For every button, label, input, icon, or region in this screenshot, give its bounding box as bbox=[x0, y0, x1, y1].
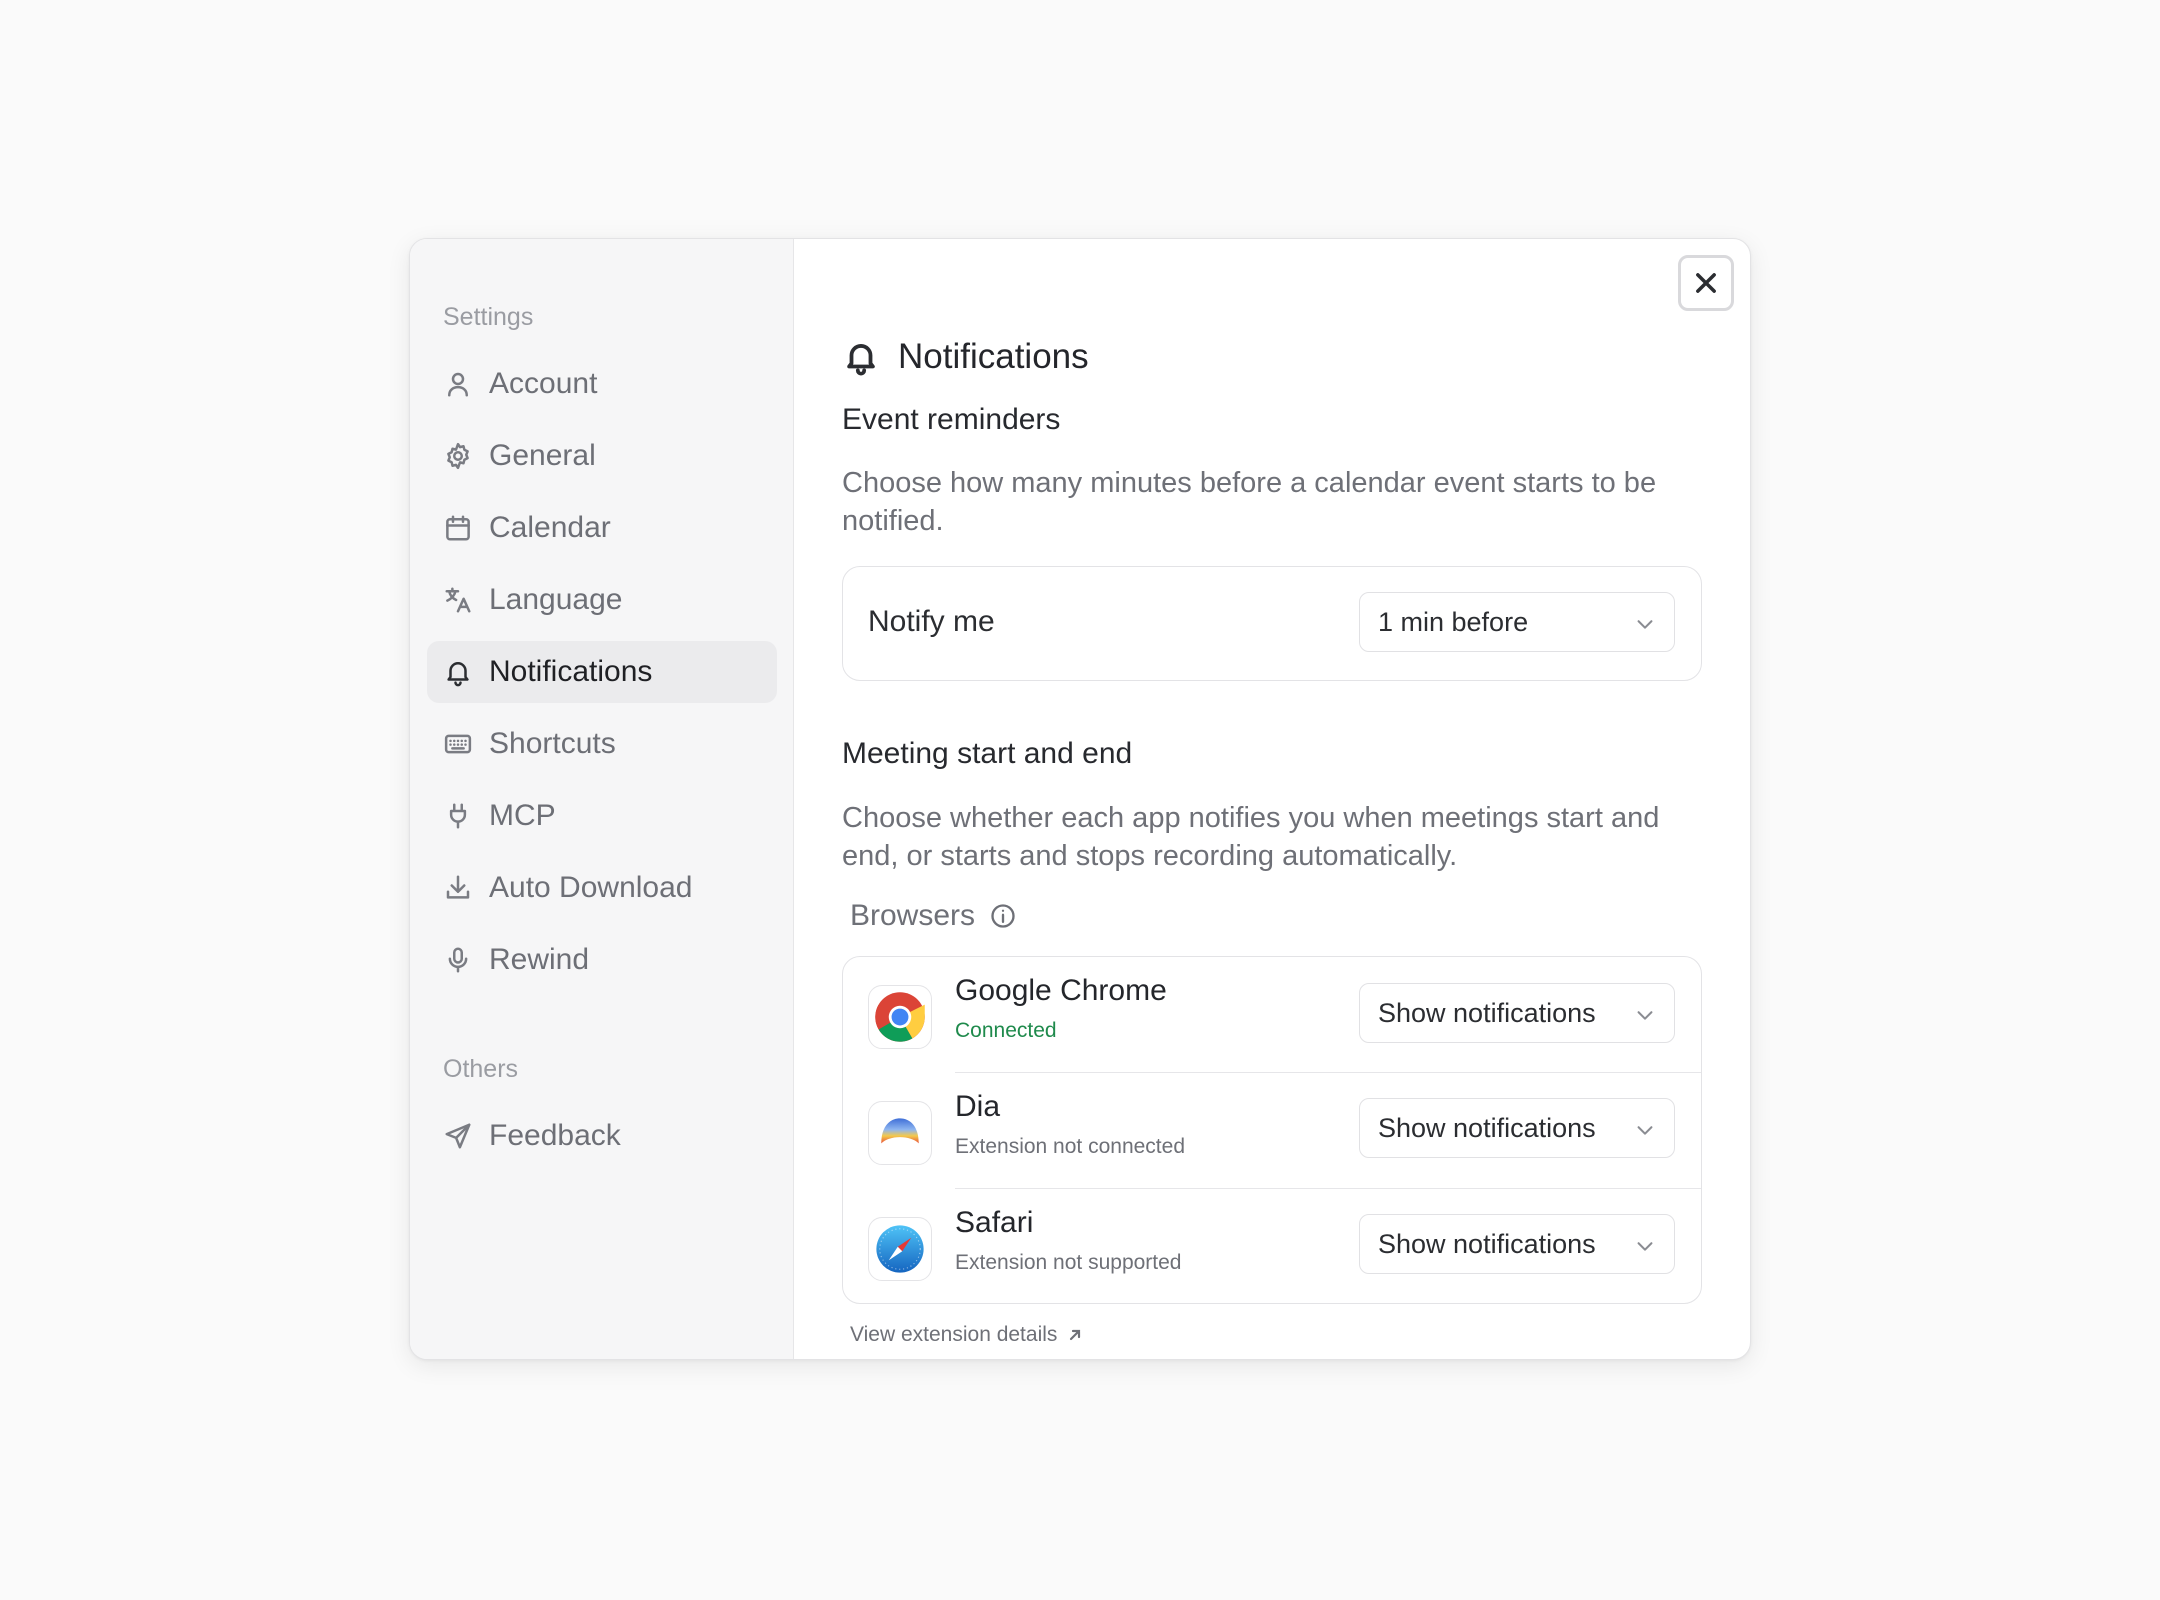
close-button[interactable] bbox=[1678, 255, 1734, 311]
sidebar-item-label: Notifications bbox=[489, 655, 653, 688]
sidebar-item-feedback[interactable]: Feedback bbox=[427, 1105, 777, 1167]
browser-setting-value: Show notifications bbox=[1378, 1112, 1596, 1143]
sidebar-item-rewind[interactable]: Rewind bbox=[427, 929, 777, 991]
event-reminders-heading: Event reminders bbox=[842, 403, 1061, 436]
sidebar-item-label: Auto Download bbox=[489, 871, 693, 904]
meeting-description: Choose whether each app notifies you whe… bbox=[842, 802, 1660, 872]
plug-icon bbox=[441, 799, 475, 833]
sidebar-item-auto-download[interactable]: Auto Download bbox=[427, 857, 777, 919]
sidebar-item-label: General bbox=[489, 439, 596, 472]
browser-row-safari: Safari Extension not supported Show noti… bbox=[843, 1189, 1701, 1304]
browser-status: Extension not connected bbox=[955, 1135, 1185, 1158]
sidebar-item-account[interactable]: Account bbox=[427, 353, 777, 415]
browser-status: Extension not supported bbox=[955, 1251, 1182, 1274]
notify-select-value: 1 min before bbox=[1378, 606, 1529, 637]
browser-name: Dia bbox=[955, 1090, 1001, 1123]
settings-sidebar: Settings Account General Calendar Langua… bbox=[410, 239, 794, 1359]
settings-dialog: Settings Account General Calendar Langua… bbox=[409, 238, 1751, 1360]
safari-icon bbox=[868, 1217, 932, 1281]
page-title: Notifications bbox=[898, 337, 1089, 376]
browser-row-dia: Dia Extension not connected Show notific… bbox=[843, 1073, 1701, 1188]
chevron-down-icon bbox=[1634, 1233, 1656, 1255]
sidebar-item-general[interactable]: General bbox=[427, 425, 777, 487]
sidebar-section-settings: Settings bbox=[443, 303, 534, 331]
sidebar-item-language[interactable]: Language bbox=[427, 569, 777, 631]
settings-main: Notifications Event reminders Choose how… bbox=[794, 239, 1750, 1359]
extension-link-label: View extension details bbox=[850, 1323, 1058, 1346]
sidebar-item-label: Language bbox=[489, 583, 623, 616]
dia-icon bbox=[868, 1101, 932, 1165]
browser-setting-select[interactable]: Show notifications bbox=[1359, 983, 1675, 1043]
sidebar-item-shortcuts[interactable]: Shortcuts bbox=[427, 713, 777, 775]
chevron-down-icon bbox=[1634, 1117, 1656, 1139]
browser-name: Safari bbox=[955, 1206, 1034, 1239]
browser-setting-select[interactable]: Show notifications bbox=[1359, 1098, 1675, 1158]
browsers-card: Google Chrome Connected Show notificatio… bbox=[842, 956, 1702, 1304]
meeting-heading: Meeting start and end bbox=[842, 737, 1133, 770]
sidebar-item-label: MCP bbox=[489, 799, 556, 832]
page-title-row: Notifications bbox=[842, 337, 1089, 377]
sidebar-section-others: Others bbox=[443, 1055, 519, 1083]
sidebar-item-label: Rewind bbox=[489, 943, 590, 976]
download-icon bbox=[441, 871, 475, 905]
browser-row-chrome: Google Chrome Connected Show notificatio… bbox=[843, 957, 1701, 1072]
notify-select[interactable]: 1 min before bbox=[1359, 592, 1675, 652]
sidebar-item-calendar[interactable]: Calendar bbox=[427, 497, 777, 559]
bell-icon bbox=[842, 337, 898, 377]
keyboard-icon bbox=[441, 727, 475, 761]
notify-card: Notify me 1 min before bbox=[842, 566, 1702, 681]
browser-name: Google Chrome bbox=[955, 974, 1167, 1007]
send-icon bbox=[441, 1119, 475, 1153]
chevron-down-icon bbox=[1634, 1002, 1656, 1024]
browsers-label: Browsers bbox=[850, 899, 976, 932]
arrow-up-right-icon bbox=[1057, 1327, 1083, 1343]
user-icon bbox=[441, 367, 475, 401]
browsers-label-row: Browsers bbox=[850, 899, 1017, 933]
sidebar-item-label: Shortcuts bbox=[489, 727, 616, 760]
microphone-icon bbox=[441, 943, 475, 977]
sidebar-item-notifications[interactable]: Notifications bbox=[427, 641, 777, 703]
browser-status: Connected bbox=[955, 1019, 1057, 1042]
event-reminders-description: Choose how many minutes before a calenda… bbox=[842, 467, 1657, 537]
gear-icon bbox=[441, 439, 475, 473]
info-icon[interactable] bbox=[975, 902, 1017, 930]
sidebar-item-mcp[interactable]: MCP bbox=[427, 785, 777, 847]
browser-setting-value: Show notifications bbox=[1378, 997, 1596, 1028]
browser-setting-value: Show notifications bbox=[1378, 1228, 1596, 1259]
bell-icon bbox=[441, 655, 475, 689]
close-icon bbox=[1692, 269, 1720, 297]
sidebar-item-label: Feedback bbox=[489, 1119, 621, 1152]
sidebar-item-label: Calendar bbox=[489, 511, 611, 544]
translate-icon bbox=[441, 583, 475, 617]
chrome-icon bbox=[868, 985, 932, 1049]
chevron-down-icon bbox=[1634, 611, 1656, 633]
browser-setting-select[interactable]: Show notifications bbox=[1359, 1214, 1675, 1274]
calendar-icon bbox=[441, 511, 475, 545]
notify-label: Notify me bbox=[868, 605, 995, 638]
sidebar-item-label: Account bbox=[489, 367, 598, 400]
view-extension-details-link[interactable]: View extension details bbox=[850, 1323, 1083, 1347]
